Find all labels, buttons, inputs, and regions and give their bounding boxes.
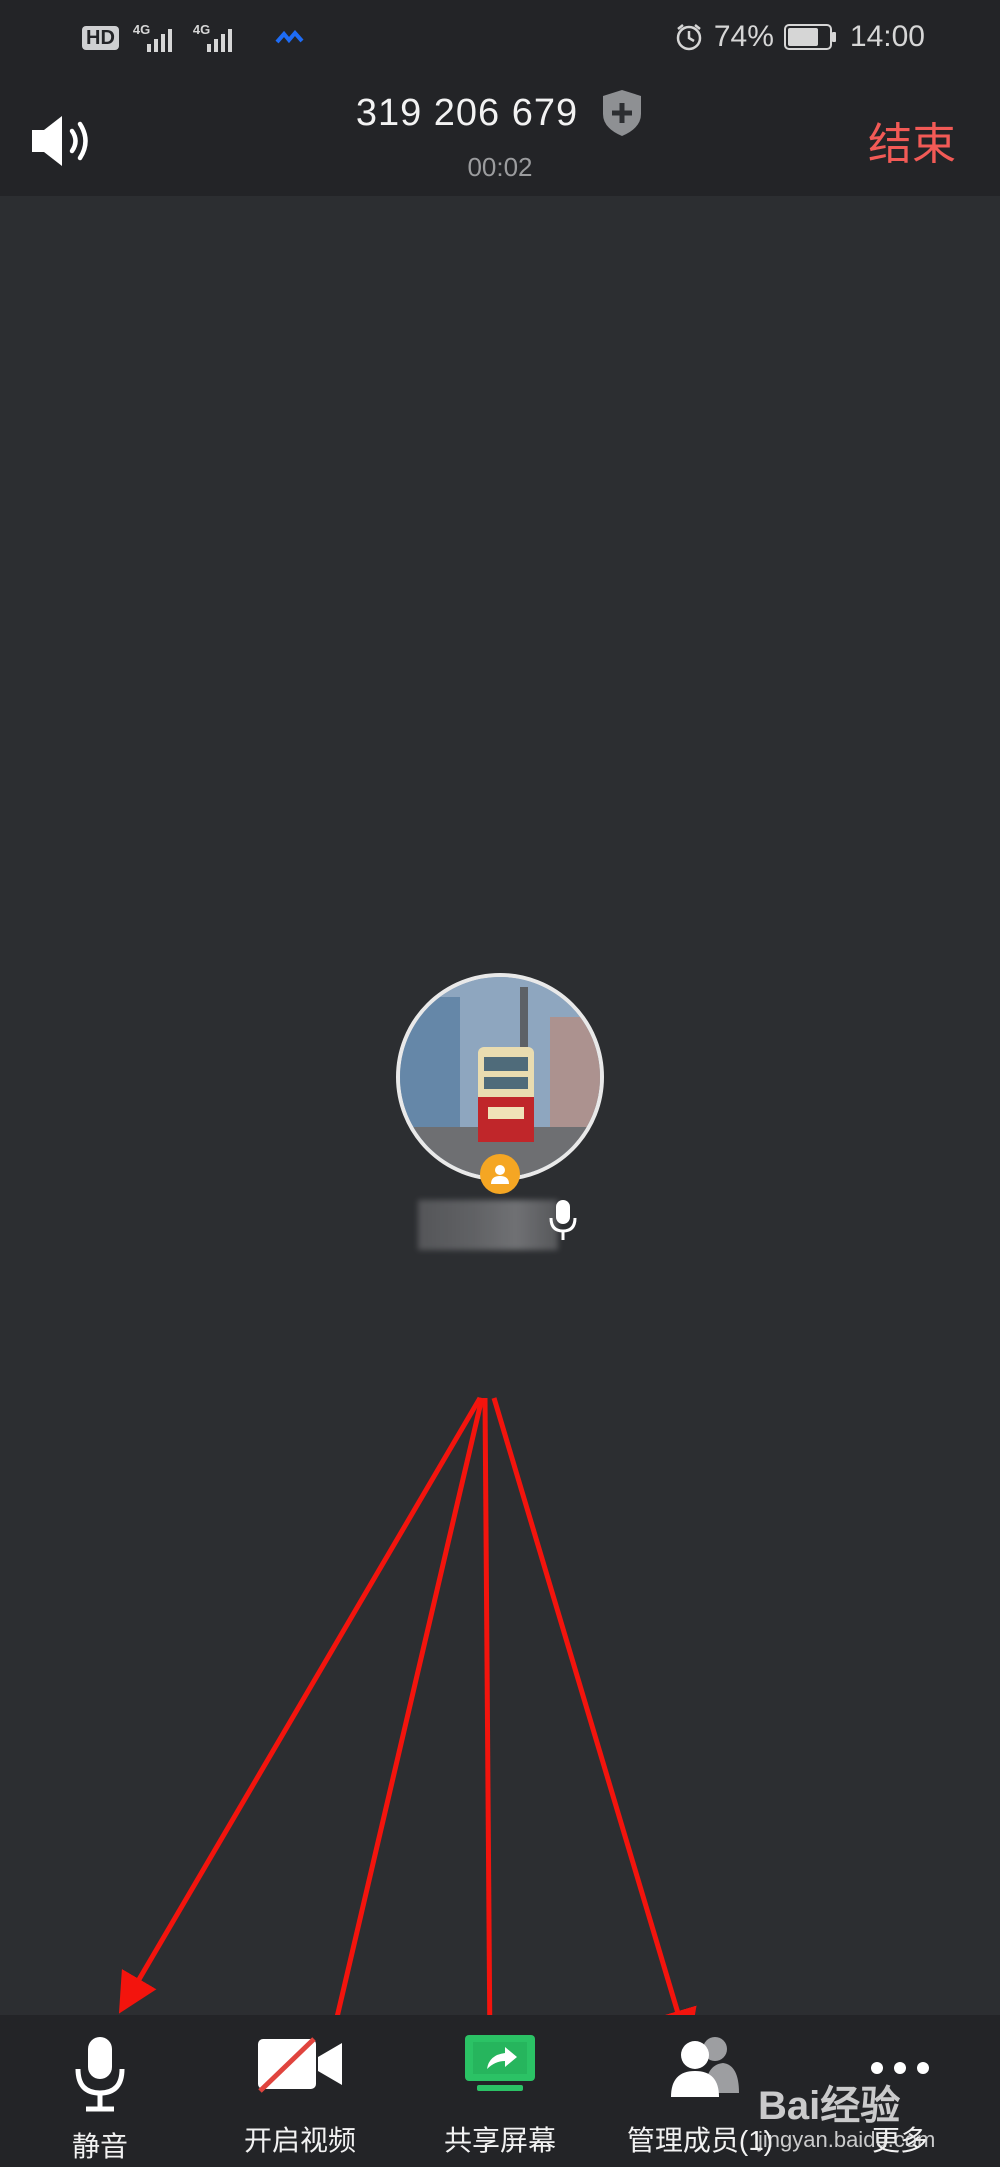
- participant-name-redacted: [418, 1200, 558, 1250]
- meeting-id-row: 319 206 679: [0, 88, 1000, 138]
- share-screen-button[interactable]: 共享屏幕: [400, 2015, 600, 2167]
- watermark-brand: Bai经验: [758, 2084, 901, 2128]
- arrow-to-mute: [118, 1396, 483, 2014]
- alarm-icon: [676, 24, 702, 51]
- end-meeting-button[interactable]: 结束: [868, 108, 956, 172]
- signal-icon: 4G: [133, 22, 179, 54]
- members-icon: [671, 2037, 739, 2097]
- meeting-header: 319 206 679 00:02 结束: [0, 74, 1000, 196]
- app-notification-icon: [275, 29, 304, 44]
- call-timer: 00:02: [467, 152, 533, 182]
- meeting-toolbar: 静音 开启视频 共享屏幕 管理成员(1) 更多 Bai经验 jingyan.ba…: [0, 2015, 1000, 2167]
- battery-percent: 74%: [713, 20, 774, 53]
- host-badge-icon: [480, 1154, 520, 1194]
- status-right: 74% 14:00: [674, 14, 925, 60]
- status-left: HD 4G 4G: [82, 18, 305, 58]
- baidu-watermark: Bai经验 jingyan.baidu.com: [758, 2073, 988, 2163]
- arrow-to-members: [491, 1397, 697, 2050]
- participant-avatar-group: [396, 973, 604, 1194]
- mute-label: 静音: [71, 2131, 128, 2162]
- microphone-icon: [75, 2037, 125, 2112]
- watermark-url: jingyan.baidu.com: [758, 2127, 936, 2152]
- battery-icon: [783, 24, 836, 50]
- signal-icon-2: 4G: [193, 22, 239, 54]
- arrow-to-video: [314, 1397, 485, 2070]
- start-video-button[interactable]: 开启视频: [200, 2015, 400, 2167]
- share-screen-icon: [465, 2035, 535, 2091]
- security-shield-icon[interactable]: [600, 88, 644, 138]
- participant-mic-icon: [549, 1200, 577, 1240]
- arrow-to-share: [469, 1397, 510, 2062]
- share-screen-label: 共享屏幕: [443, 2125, 556, 2156]
- meeting-id: 319 206 679: [355, 91, 579, 134]
- clock: 14:00: [849, 20, 925, 53]
- mute-button[interactable]: 静音: [0, 2015, 200, 2167]
- hd-badge: HD: [82, 26, 119, 50]
- avatar: [396, 973, 604, 1181]
- status-bar: HD 4G 4G 74% 14:00: [0, 0, 1000, 74]
- start-video-label: 开启视频: [243, 2125, 356, 2156]
- video-off-icon: [258, 2037, 342, 2093]
- avatar-photo: [400, 977, 600, 1177]
